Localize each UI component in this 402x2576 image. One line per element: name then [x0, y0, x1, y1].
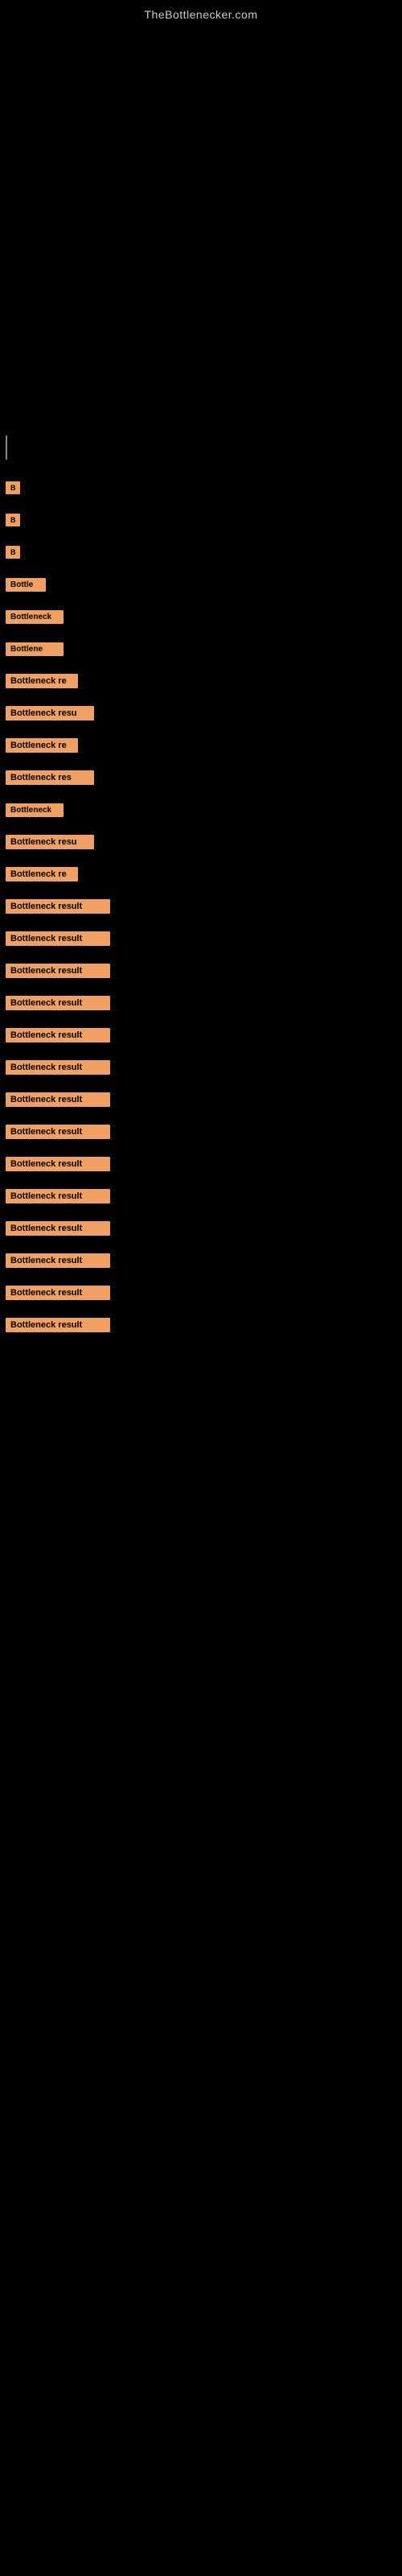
bottleneck-result-badge[interactable]: Bottleneck re — [6, 674, 78, 688]
cursor-line — [6, 436, 7, 460]
result-row: B — [4, 472, 398, 504]
bottleneck-result-badge[interactable]: Bottle — [6, 578, 46, 592]
result-row: Bottleneck re — [4, 665, 398, 697]
result-row: Bottleneck — [4, 794, 398, 826]
result-row: Bottleneck result — [4, 955, 398, 987]
bottleneck-result-badge[interactable]: Bottleneck result — [6, 1253, 110, 1268]
result-row: Bottleneck result — [4, 1084, 398, 1116]
bottleneck-result-badge[interactable]: Bottlene — [6, 642, 64, 656]
bottleneck-result-badge[interactable]: Bottleneck result — [6, 1125, 110, 1139]
bottleneck-result-badge[interactable]: Bottleneck resu — [6, 706, 94, 720]
bottleneck-result-badge[interactable]: Bottleneck — [6, 803, 64, 817]
bottleneck-result-badge[interactable]: Bottleneck re — [6, 738, 78, 753]
bottleneck-result-badge[interactable]: Bottleneck result — [6, 1060, 110, 1075]
result-row: Bottleneck result — [4, 987, 398, 1019]
result-row: Bottleneck resu — [4, 697, 398, 729]
result-row: Bottleneck result — [4, 1277, 398, 1309]
bottleneck-result-badge[interactable]: Bottleneck result — [6, 1286, 110, 1300]
result-row: B — [4, 504, 398, 536]
results-container: B B B Bottle Bottleneck Bottlene Bottleneck re… — [0, 464, 402, 1349]
result-row: Bottleneck result — [4, 1116, 398, 1148]
result-row: Bottleneck re — [4, 858, 398, 890]
bottleneck-result-badge[interactable]: Bottleneck result — [6, 1318, 110, 1332]
bottleneck-result-badge[interactable]: Bottleneck — [6, 610, 64, 624]
bottleneck-result-badge[interactable]: Bottleneck result — [6, 996, 110, 1010]
result-row: Bottleneck result — [4, 1148, 398, 1180]
result-row: B — [4, 536, 398, 568]
bottleneck-result-badge[interactable]: Bottleneck result — [6, 1189, 110, 1203]
result-row: Bottleneck result — [4, 890, 398, 923]
result-row: Bottle — [4, 568, 398, 601]
result-row: Bottleneck result — [4, 1019, 398, 1051]
bottleneck-result-badge[interactable]: Bottleneck resu — [6, 835, 94, 849]
bottleneck-result-badge[interactable]: Bottleneck result — [6, 1157, 110, 1171]
result-row: Bottleneck result — [4, 923, 398, 955]
bottleneck-result-badge[interactable]: B — [6, 546, 20, 559]
result-row: Bottleneck re — [4, 729, 398, 762]
bottleneck-result-badge[interactable]: B — [6, 514, 20, 526]
result-row: Bottleneck — [4, 601, 398, 633]
bottleneck-result-badge[interactable]: Bottleneck result — [6, 1092, 110, 1107]
result-row: Bottleneck result — [4, 1245, 398, 1277]
result-row: Bottlene — [4, 633, 398, 665]
chart-area — [0, 25, 402, 427]
bottleneck-result-badge[interactable]: Bottleneck result — [6, 964, 110, 978]
result-row: Bottleneck result — [4, 1051, 398, 1084]
bottleneck-result-badge[interactable]: Bottleneck result — [6, 899, 110, 914]
bottleneck-result-badge[interactable]: B — [6, 481, 20, 494]
result-row: Bottleneck result — [4, 1180, 398, 1212]
bottleneck-result-badge[interactable]: Bottleneck res — [6, 770, 94, 785]
bottleneck-result-badge[interactable]: Bottleneck result — [6, 931, 110, 946]
bottleneck-result-badge[interactable]: Bottleneck re — [6, 867, 78, 881]
result-row: Bottleneck result — [4, 1212, 398, 1245]
bottleneck-result-badge[interactable]: Bottleneck result — [6, 1221, 110, 1236]
result-row: Bottleneck resu — [4, 826, 398, 858]
result-row: Bottleneck res — [4, 762, 398, 794]
bottleneck-result-badge[interactable]: Bottleneck result — [6, 1028, 110, 1042]
result-row: Bottleneck result — [4, 1309, 398, 1341]
site-title: TheBottlenecker.com — [0, 0, 402, 25]
